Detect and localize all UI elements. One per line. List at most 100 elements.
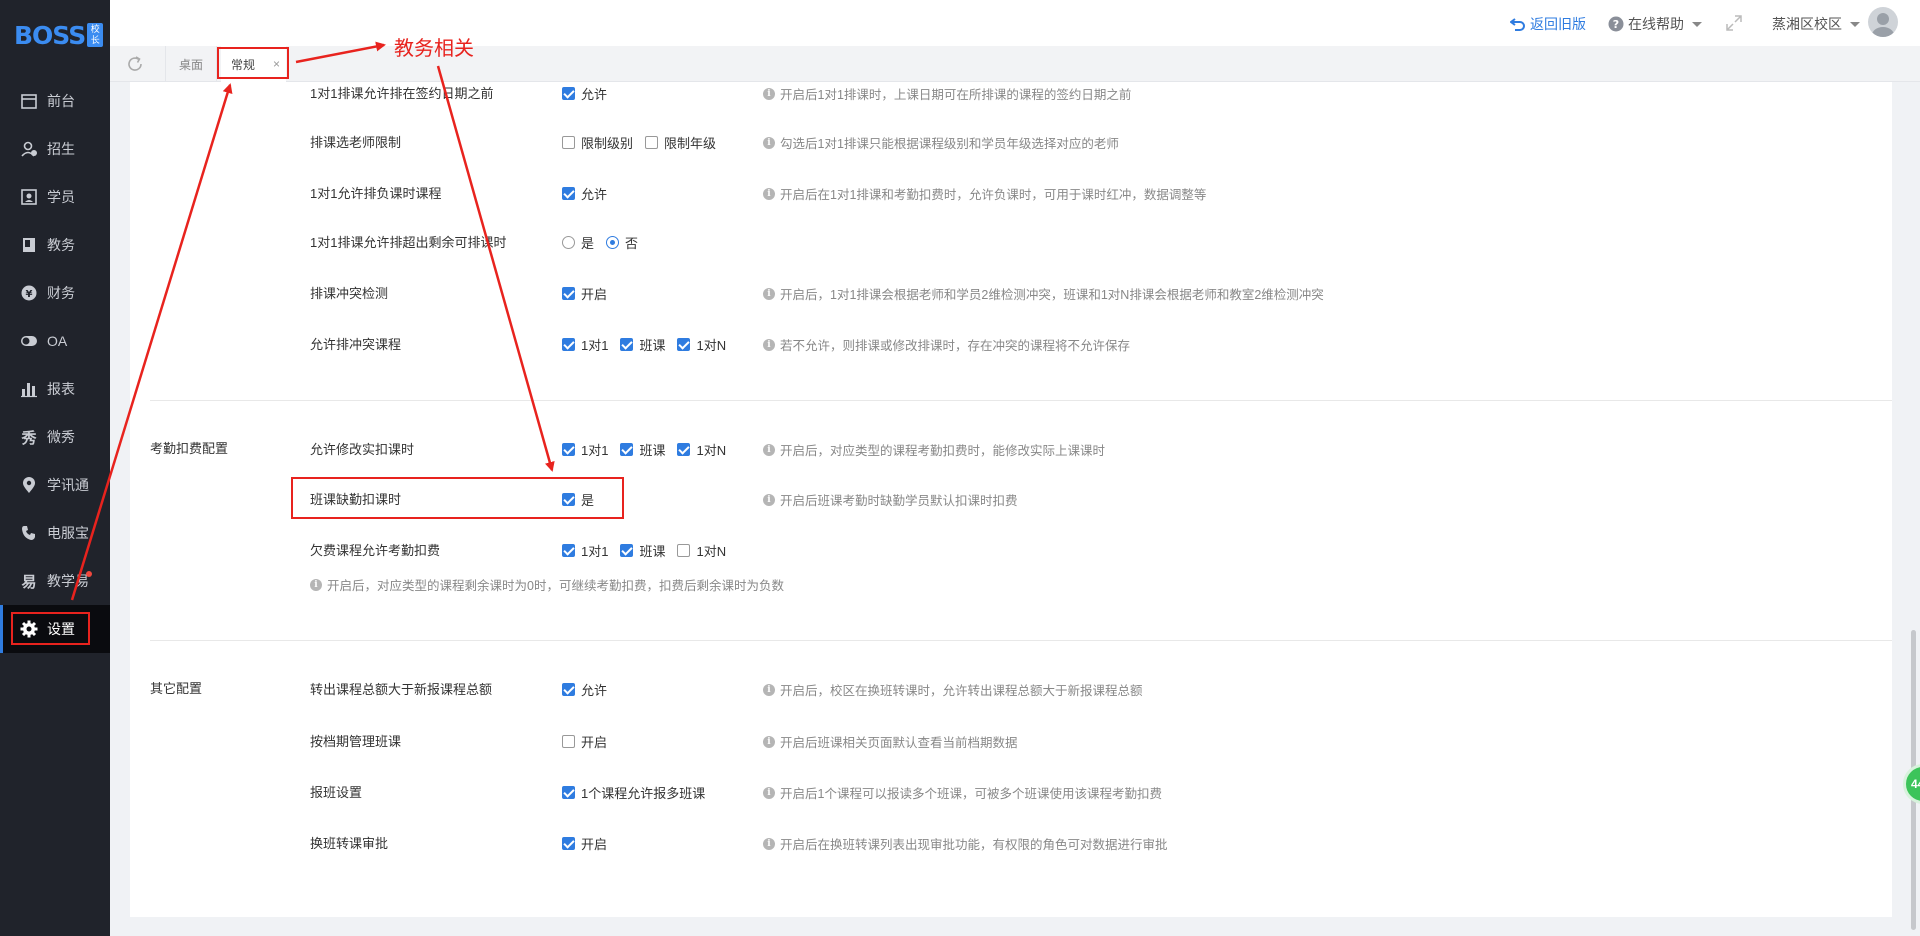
sidebar-item-label: 报表 [47, 381, 75, 397]
hint-text: 开启后1对1排课时，上课日期可在所排课的课程的签约日期之前 [780, 88, 1132, 102]
checkbox[interactable] [562, 493, 575, 506]
hint-text: 开启后1个课程可以报读多个班课，可被多个班课使用该课程考勤扣费 [780, 787, 1162, 801]
checkbox-option[interactable]: 1对N [677, 440, 726, 459]
radio-option[interactable]: 否 [606, 233, 638, 252]
radio[interactable] [606, 236, 620, 249]
sidebar-item-2[interactable]: 学员 [0, 173, 110, 221]
refresh-icon[interactable] [126, 55, 144, 73]
toggle-icon [20, 332, 38, 350]
user-avatar-icon [1872, 13, 1894, 37]
sidebar-item-7[interactable]: 秀微秀 [0, 413, 110, 461]
setting-label: 排课冲突检测 [310, 286, 389, 301]
info-icon: i [310, 578, 322, 591]
checkbox-option[interactable]: 班课 [620, 440, 665, 459]
option-label: 班课 [639, 338, 666, 353]
yen-icon: ¥ [20, 284, 38, 302]
sidebar-item-label: 财务 [47, 285, 75, 301]
option-label: 1对N [696, 338, 727, 353]
checkbox[interactable] [562, 544, 575, 557]
checkbox[interactable] [562, 338, 575, 351]
option-label: 1对1 [581, 544, 609, 559]
checkbox-option[interactable]: 允许 [562, 680, 607, 699]
setting-options: 允许 [562, 184, 619, 203]
checkbox-option[interactable]: 1对1 [562, 440, 608, 459]
sidebar-item-label: 微秀 [47, 429, 75, 445]
sidebar-item-10[interactable]: 易教学易 [0, 557, 110, 605]
checkbox-option[interactable]: 1对1 [562, 541, 608, 560]
setting-options: 允许 [562, 84, 619, 103]
checkbox-option[interactable]: 开启 [562, 284, 607, 303]
checkbox[interactable] [562, 735, 575, 748]
checkbox-option[interactable]: 班课 [620, 335, 665, 354]
hint-text: 开启后，校区在换班转课时，允许转出课程总额大于新报课程总额 [780, 684, 1143, 698]
hint-text: 开启后班课考勤时缺勤学员默认扣课时扣费 [780, 494, 1018, 508]
checkbox[interactable] [677, 338, 691, 351]
sidebar-item-11[interactable]: 设置 [0, 605, 110, 653]
checkbox[interactable] [620, 544, 634, 557]
sidebar-item-3[interactable]: 教务 [0, 221, 110, 269]
checkbox-option[interactable]: 1对N [677, 541, 726, 560]
setting-options: 1对1 班课 1对N [562, 335, 738, 354]
checkbox[interactable] [562, 786, 575, 799]
checkbox-option[interactable]: 允许 [562, 184, 607, 203]
setting-options: 开启 [562, 834, 619, 853]
campus-selector[interactable]: 蒸湘区校区 [1772, 14, 1860, 34]
hint-text: 开启后，对应类型的课程剩余课时为0时，可继续考勤扣费，扣费后剩余课时为负数 [327, 579, 784, 593]
checkbox[interactable] [562, 136, 575, 149]
sidebar-item-5[interactable]: OA [0, 317, 110, 365]
sidebar-item-4[interactable]: ¥ 财务 [0, 269, 110, 317]
sidebar-item-6[interactable]: 报表 [0, 365, 110, 413]
setting-label: 1对1排课允许排在签约日期之前 [310, 86, 494, 101]
checkbox-option[interactable]: 1对1 [562, 335, 608, 354]
sidebar-item-1[interactable]: 招生 [0, 125, 110, 173]
checkbox-option[interactable]: 开启 [562, 834, 607, 853]
setting-hint: i 开启后在换班转课列表出现审批功能，有权限的角色可对数据进行审批 [763, 834, 1168, 853]
setting-hint: i 开启后1对1排课时，上课日期可在所排课的课程的签约日期之前 [763, 84, 1131, 103]
fullscreen-button[interactable] [1725, 14, 1743, 32]
checkbox[interactable] [562, 443, 575, 456]
logo[interactable]: BOSS 校长 [14, 20, 104, 50]
checkbox-option[interactable]: 是 [562, 490, 594, 509]
tab-regular[interactable]: 常规 × [221, 46, 286, 82]
sidebar-item-8[interactable]: 学讯通 [0, 461, 110, 509]
checkbox-option[interactable]: 限制级别 [562, 133, 633, 152]
checkbox-option[interactable]: 1个课程允许报多班课 [562, 783, 705, 802]
checkbox[interactable] [562, 87, 575, 100]
radio-option[interactable]: 是 [562, 233, 594, 252]
sidebar-item-9[interactable]: 电服宝 [0, 509, 110, 557]
close-icon[interactable]: × [273, 57, 280, 71]
checkbox[interactable] [562, 287, 575, 300]
info-icon: i [763, 287, 775, 300]
checkbox[interactable] [645, 136, 659, 149]
info-icon: i [763, 735, 775, 748]
avatar[interactable] [1868, 7, 1898, 37]
checkbox-option[interactable]: 开启 [562, 732, 607, 751]
checkbox[interactable] [677, 544, 691, 557]
checkbox-option[interactable]: 允许 [562, 84, 607, 103]
checkbox-option[interactable]: 班课 [620, 541, 665, 560]
option-label: 1对N [696, 443, 727, 458]
checkbox[interactable] [562, 187, 575, 200]
chevron-down-icon [1692, 21, 1702, 27]
checkbox[interactable] [562, 683, 575, 696]
online-help-menu[interactable]: ? 在线帮助 [1608, 14, 1702, 34]
back-to-old-version-link[interactable]: 返回旧版 [1510, 14, 1586, 34]
sidebar-item-0[interactable]: 前台 [0, 77, 110, 125]
info-icon: i [763, 683, 775, 696]
radio[interactable] [562, 236, 575, 249]
floating-chat-button[interactable]: 44 [1903, 764, 1920, 804]
teach-icon: 易 [20, 572, 38, 590]
checkbox-option[interactable]: 1对N [677, 335, 726, 354]
checkbox[interactable] [620, 443, 634, 456]
tab-desktop[interactable]: 桌面 [165, 46, 217, 82]
checkbox[interactable] [620, 338, 634, 351]
checkbox[interactable] [677, 443, 691, 456]
setting-options: 1对1 班课 1对N [562, 541, 738, 560]
checkbox-option[interactable]: 限制年级 [645, 133, 716, 152]
option-label: 开启 [581, 735, 608, 750]
hint-text: 勾选后1对1排课只能根据课程级别和学员年级选择对应的老师 [780, 137, 1119, 151]
hint-text: 开启后，对应类型的课程考勤扣费时，能修改实际上课课时 [780, 444, 1106, 458]
info-icon: i [763, 187, 775, 200]
notification-dot [86, 571, 92, 577]
checkbox[interactable] [562, 837, 575, 850]
